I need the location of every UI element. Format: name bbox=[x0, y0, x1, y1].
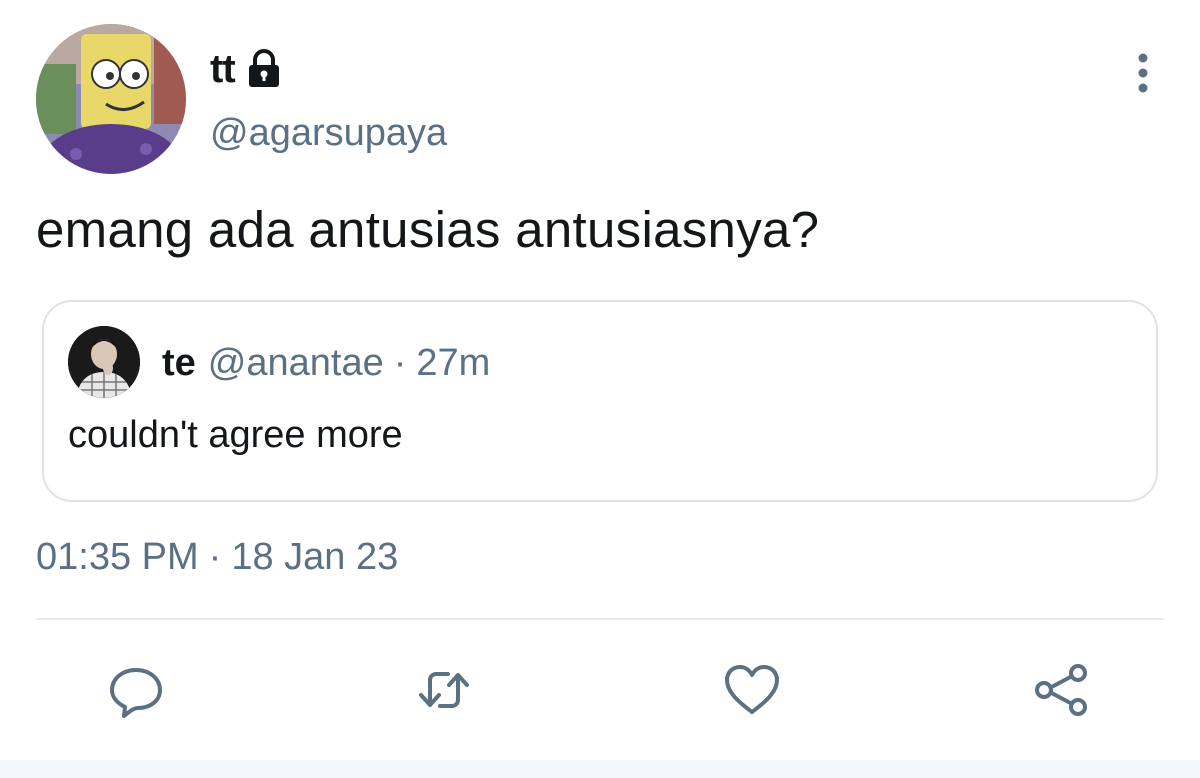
like-icon bbox=[725, 665, 779, 714]
divider bbox=[36, 618, 1164, 620]
tweet-time: 01:35 PM bbox=[36, 536, 199, 578]
timestamp-separator: · bbox=[208, 536, 222, 578]
tweet-date: 18 Jan 23 bbox=[231, 536, 399, 578]
like-button[interactable] bbox=[722, 660, 782, 720]
reply-icon bbox=[110, 668, 162, 718]
reply-button[interactable] bbox=[106, 660, 166, 720]
lock-icon bbox=[241, 46, 287, 92]
quoted-timestamp: 27m bbox=[416, 342, 491, 384]
tweet-detail: tt @agarsupaya emang ada antusias antusi… bbox=[0, 0, 1200, 778]
quoted-header: te @anantae · 27m bbox=[162, 342, 490, 385]
author-info: tt @agarsupaya bbox=[210, 44, 447, 155]
share-button[interactable] bbox=[1032, 660, 1092, 720]
quoted-separator: · bbox=[393, 342, 407, 384]
quoted-text: couldn't agree more bbox=[68, 414, 403, 456]
bottom-separator bbox=[0, 760, 1200, 778]
quoted-display-name: te bbox=[162, 342, 196, 384]
share-icon bbox=[1035, 664, 1087, 716]
tweet-text: emang ada antusias antusiasnya? bbox=[36, 201, 820, 258]
author-display-name[interactable]: tt bbox=[210, 47, 236, 92]
retweet-button[interactable] bbox=[414, 660, 474, 720]
more-options-icon[interactable] bbox=[1130, 50, 1156, 96]
tweet-timestamp: 01:35 PM · 18 Jan 23 bbox=[36, 536, 398, 579]
action-bar bbox=[0, 650, 1200, 730]
quoted-author-avatar[interactable] bbox=[68, 326, 140, 398]
retweet-icon bbox=[419, 672, 469, 708]
author-handle[interactable]: @agarsupaya bbox=[210, 112, 447, 155]
author-avatar[interactable] bbox=[36, 24, 186, 174]
quoted-handle: @anantae bbox=[207, 342, 384, 384]
quoted-tweet[interactable]: te @anantae · 27m couldn't agree more bbox=[42, 300, 1158, 502]
